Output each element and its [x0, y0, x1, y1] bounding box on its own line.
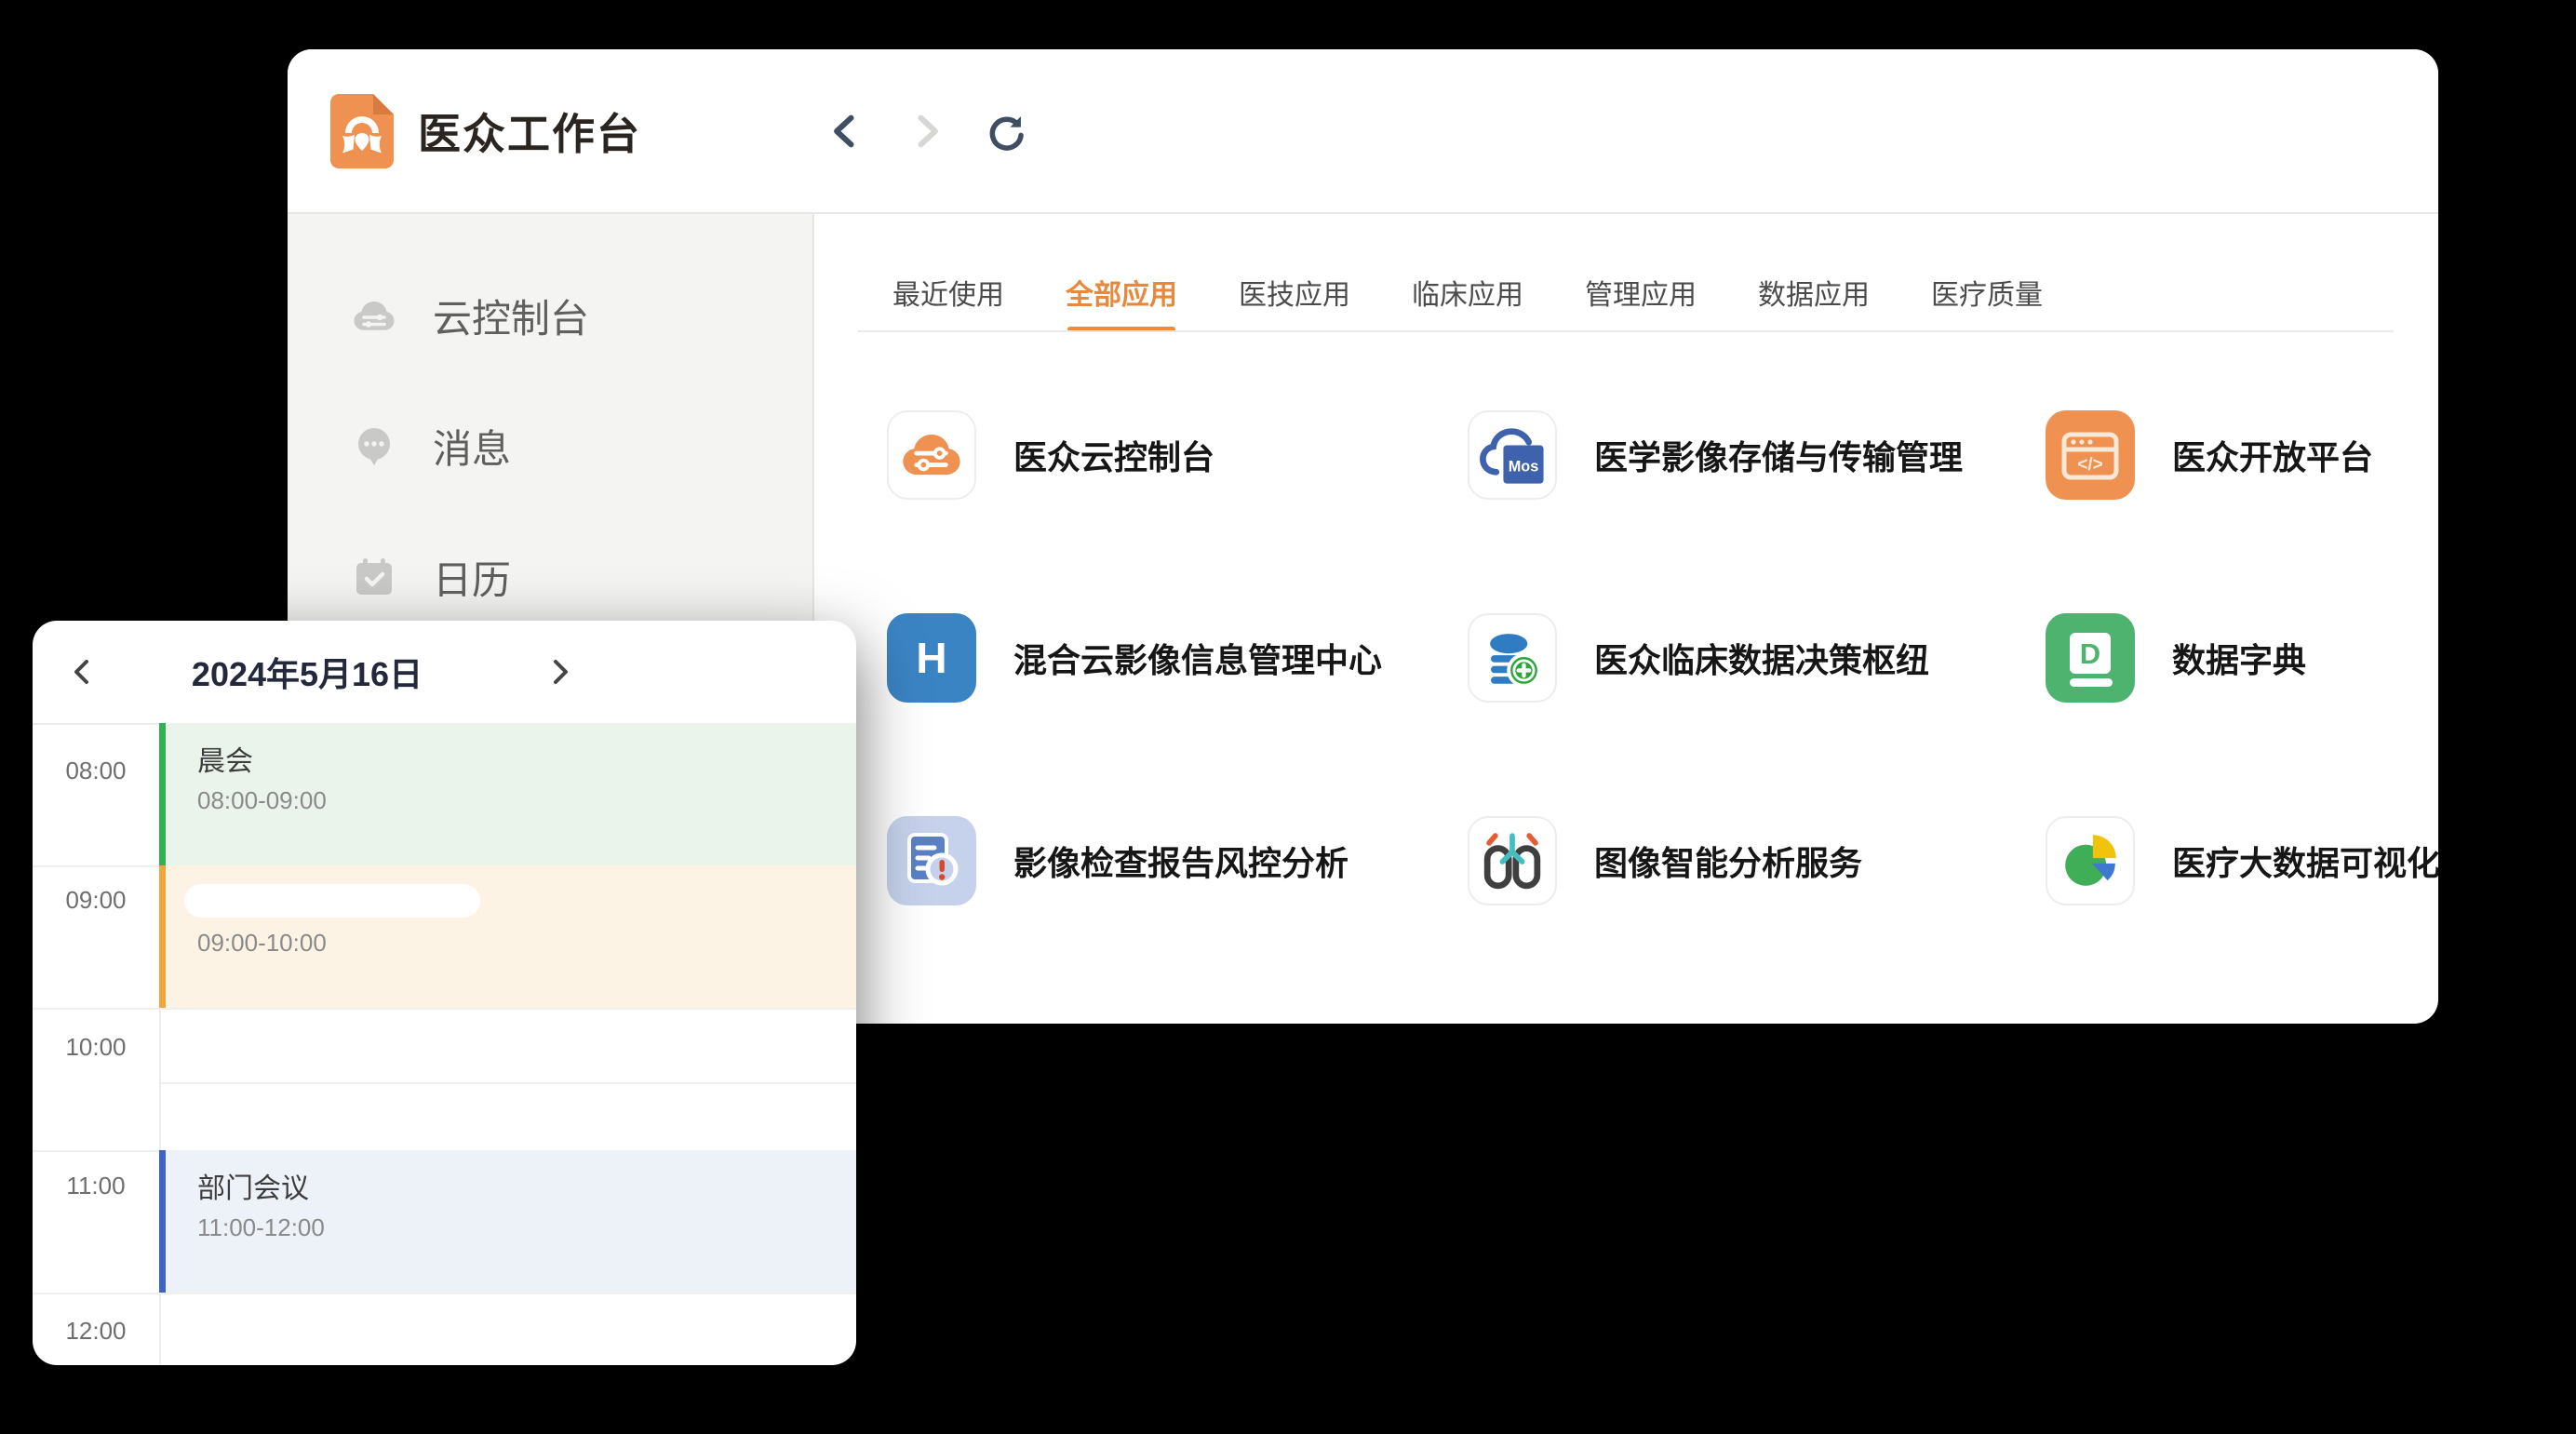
refresh-button[interactable]: [986, 111, 1026, 152]
forward-button[interactable]: [906, 111, 946, 152]
imaging-storage-app-icon: Mos: [1468, 410, 1557, 500]
app-name: 影像检查报告风控分析: [1013, 837, 1348, 885]
time-label: 11:00: [33, 1172, 159, 1200]
redacted-event-title: [184, 884, 480, 918]
tab-recent[interactable]: 最近使用: [892, 252, 1004, 332]
app-image-ai-analysis[interactable]: 图像智能分析服务: [1468, 816, 1862, 905]
app-report-risk-analysis[interactable]: 影像检查报告风控分析: [887, 816, 1348, 905]
tab-all-apps[interactable]: 全部应用: [1066, 252, 1177, 332]
calendar-date-label: 2024年5月16日: [135, 621, 479, 723]
event-time-range: 08:00-09:00: [197, 784, 856, 816]
svg-text:Mos: Mos: [1509, 458, 1539, 475]
image-ai-analysis-app-icon: [1468, 816, 1557, 905]
sidebar-item-cloud-console[interactable]: 云控制台: [288, 284, 812, 347]
hour-gridline: [33, 1008, 856, 1010]
time-label: 10:00: [33, 1033, 159, 1062]
window-nav: [825, 49, 1026, 212]
calendar-next-day-button[interactable]: [543, 655, 576, 689]
calendar-event-morning-meeting[interactable]: 晨会 08:00-09:00: [159, 723, 856, 865]
sidebar-item-label: 消息: [433, 418, 511, 475]
tab-medical-quality[interactable]: 医疗质量: [1931, 252, 2043, 332]
event-title: 部门会议: [197, 1171, 856, 1208]
desktop-background: { "colors": { "accent_orange": "#ED8B3F"…: [0, 0, 2576, 1434]
event-time-range: 09:00-10:00: [197, 927, 856, 958]
sidebar-item-messages[interactable]: 消息: [288, 414, 812, 477]
cloud-console-app-icon: [887, 410, 976, 500]
app-open-platform[interactable]: </> 医众开放平台: [2046, 410, 2373, 500]
sidebar-item-calendar[interactable]: 日历: [288, 545, 812, 609]
tabbar-divider: [858, 330, 2394, 332]
event-time-range: 11:00-12:00: [197, 1212, 856, 1243]
hybrid-cloud-imaging-app-icon: H: [887, 613, 976, 703]
app-name: 医疗大数据可视化: [2172, 837, 2438, 885]
open-platform-app-icon: </>: [2046, 410, 2135, 500]
svg-text:</>: </>: [2077, 455, 2102, 475]
app-hybrid-cloud-imaging[interactable]: H 混合云影像信息管理中心: [887, 613, 1382, 703]
sidebar-item-label: 日历: [433, 549, 511, 606]
app-category-tabs: 最近使用 全部应用 医技应用 临床应用 管理应用 数据应用 医疗质量: [892, 252, 2043, 332]
sidebar-item-label: 云控制台: [433, 288, 589, 344]
time-label: 09:00: [33, 886, 159, 915]
app-name: 医众开放平台: [2172, 431, 2373, 479]
hour-gridline: [33, 1293, 856, 1294]
chevron-left-icon: [66, 655, 100, 689]
svg-text:H: H: [916, 634, 946, 682]
chevron-right-icon: [906, 111, 946, 152]
refresh-icon: [986, 111, 1026, 152]
half-hour-gridline: [161, 1082, 856, 1084]
app-clinical-data-hub[interactable]: 医众临床数据决策枢纽: [1468, 613, 1929, 703]
tab-medtech-apps[interactable]: 医技应用: [1239, 252, 1350, 332]
event-title: 晨会: [197, 744, 856, 781]
window-header: 医众工作台: [288, 49, 2438, 214]
data-dictionary-app-icon: D: [2046, 613, 2135, 703]
clinical-data-hub-app-icon: [1468, 613, 1557, 703]
tab-management-apps[interactable]: 管理应用: [1585, 252, 1697, 332]
medical-bigdata-viz-app-icon: [2046, 816, 2135, 905]
app-name: 数据字典: [2172, 634, 2306, 682]
calendar-panel: 2024年5月16日 08:00 09:00 10:00 11:00 12:00…: [33, 621, 856, 1365]
chevron-left-icon: [825, 111, 866, 152]
message-icon: [349, 421, 399, 471]
app-cloud-console[interactable]: 医众云控制台: [887, 410, 1214, 500]
tab-data-apps[interactable]: 数据应用: [1758, 252, 1870, 332]
time-label: 08:00: [33, 757, 159, 785]
calendar-prev-day-button[interactable]: [66, 655, 100, 689]
brand: 医众工作台: [330, 49, 641, 212]
svg-text:D: D: [2080, 637, 2100, 670]
app-name: 图像智能分析服务: [1594, 837, 1862, 885]
app-name: 医众临床数据决策枢纽: [1594, 634, 1929, 682]
app-logo-icon: [330, 94, 394, 168]
chevron-right-icon: [543, 655, 576, 689]
app-data-dictionary[interactable]: D 数据字典: [2046, 613, 2306, 703]
app-title: 医众工作台: [418, 101, 641, 162]
app-medical-bigdata-viz[interactable]: 医疗大数据可视化: [2046, 816, 2438, 905]
calendar-icon: [349, 552, 399, 602]
app-name: 混合云影像信息管理中心: [1013, 634, 1382, 682]
tab-clinical-apps[interactable]: 临床应用: [1412, 252, 1523, 332]
app-name: 医学影像存储与传输管理: [1594, 431, 1963, 479]
calendar-event-department-meeting[interactable]: 部门会议 11:00-12:00: [159, 1150, 856, 1293]
calendar-header: 2024年5月16日: [33, 621, 856, 725]
report-risk-analysis-app-icon: [887, 816, 976, 905]
back-button[interactable]: [825, 111, 866, 152]
time-label: 12:00: [33, 1317, 159, 1346]
cloud-console-icon: [349, 290, 399, 341]
app-imaging-storage[interactable]: Mos 医学影像存储与传输管理: [1468, 410, 1963, 500]
calendar-event-redacted[interactable]: 09:00-10:00: [159, 865, 856, 1008]
app-name: 医众云控制台: [1013, 431, 1214, 479]
